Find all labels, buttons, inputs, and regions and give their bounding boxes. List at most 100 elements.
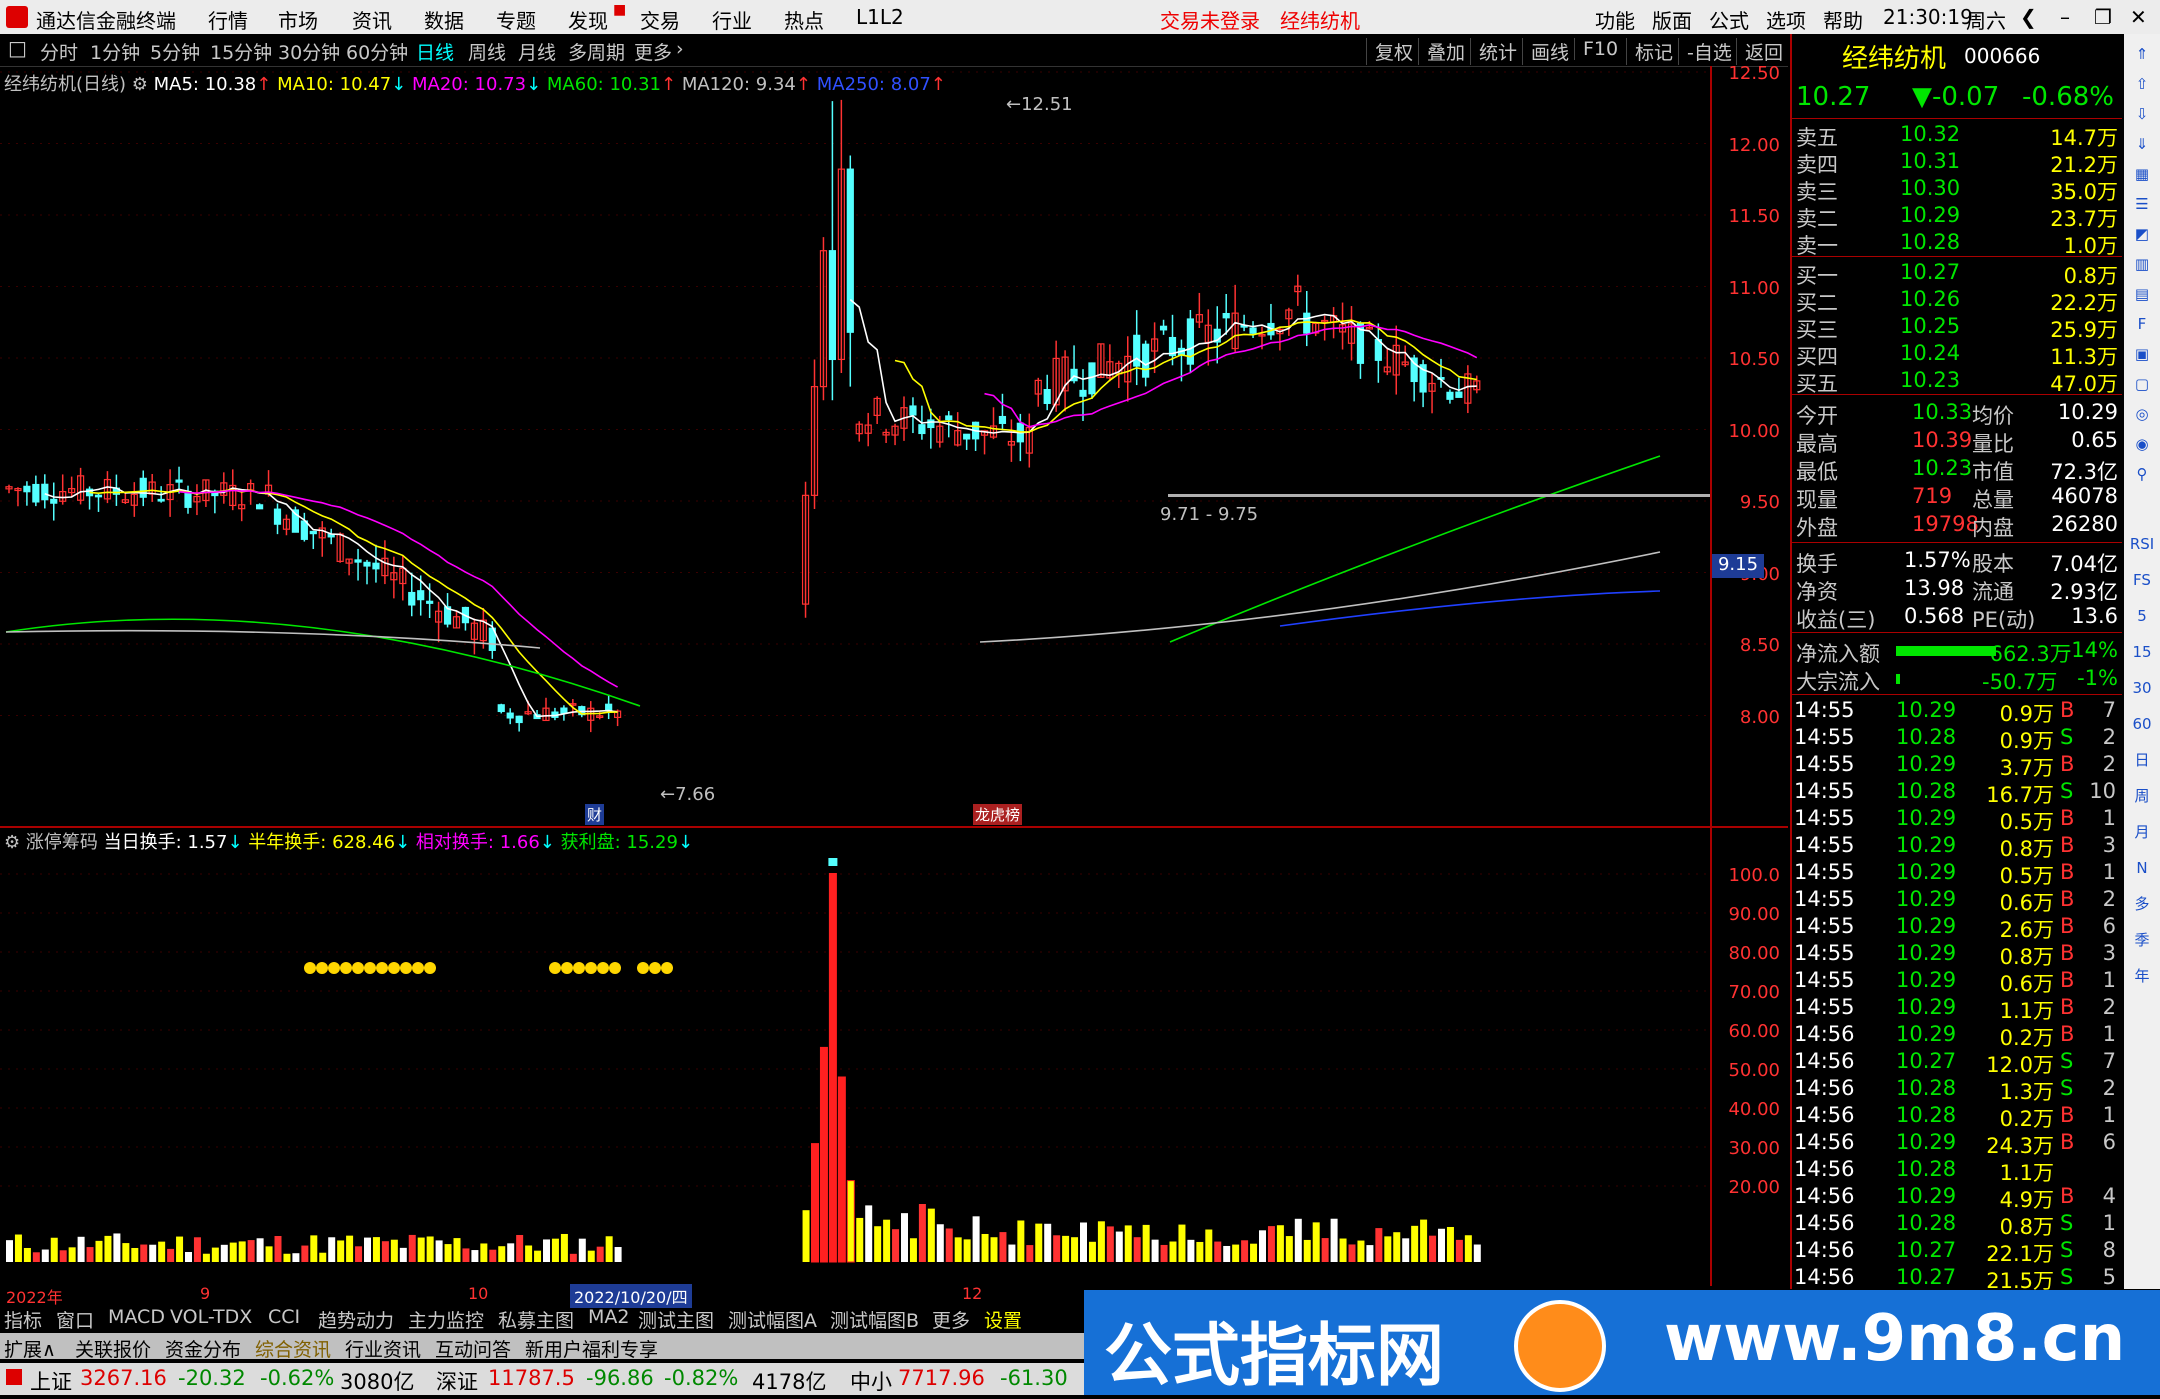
indicator-tab[interactable]: 私募主图	[498, 1306, 574, 1333]
chart-icon[interactable]: ◩	[2128, 220, 2156, 248]
tick-row[interactable]: 14:56 10.28 1.3万 S 2	[1792, 1076, 2122, 1104]
period-tab-weekly[interactable]: 周线	[468, 38, 506, 65]
indicator-tab[interactable]: CCI	[268, 1306, 300, 1328]
indicator-tab[interactable]: MACD	[108, 1306, 165, 1328]
indicator-tab[interactable]: 更多	[932, 1306, 970, 1333]
tool-stats[interactable]: 统计	[1470, 38, 1517, 65]
tool-f10[interactable]: F10	[1574, 38, 1618, 60]
link-icon[interactable]: ⚲	[2128, 460, 2156, 488]
grid-icon[interactable]: ▦	[2128, 160, 2156, 188]
menu-item-data[interactable]: 数据	[424, 5, 464, 34]
dragon-tiger-tag[interactable]: 龙虎榜	[973, 804, 1023, 825]
tick-row[interactable]: 14:55 10.28 0.9万 S 2	[1792, 725, 2122, 753]
kline-chart[interactable]	[0, 66, 1712, 826]
menu-item-help[interactable]: 帮助	[1823, 5, 1863, 34]
sidebar-label[interactable]: 5	[2128, 602, 2156, 630]
info-tab[interactable]: 行业资讯	[345, 1335, 421, 1362]
restore-icon[interactable]: ❐	[2094, 5, 2112, 29]
tick-row[interactable]: 14:56 10.27 12.0万 S 7	[1792, 1049, 2122, 1077]
period-tab-5min[interactable]: 5分钟	[150, 38, 200, 65]
tick-row[interactable]: 14:55 10.29 0.5万 B 1	[1792, 860, 2122, 888]
menu-item-news[interactable]: 资讯	[352, 5, 392, 34]
menu-item-trade[interactable]: 交易	[640, 5, 680, 34]
range-line[interactable]	[1168, 494, 1710, 497]
tick-row[interactable]: 14:56 10.29 4.9万 B 4	[1792, 1184, 2122, 1212]
tick-row[interactable]: 14:56 10.28 1.1万	[1792, 1157, 2122, 1185]
login-status[interactable]: 交易未登录	[1160, 5, 1260, 34]
menu-item-l1l2[interactable]: L1L2	[856, 5, 904, 29]
candle-icon[interactable]: ▥	[2128, 250, 2156, 278]
tick-row[interactable]: 14:55 10.29 0.6万 B 2	[1792, 887, 2122, 915]
sidebar-label[interactable]: 年	[2128, 962, 2156, 990]
indicator-tab[interactable]: 趋势动力	[318, 1306, 394, 1333]
menu-item-options[interactable]: 选项	[1766, 5, 1806, 34]
indicator-tab[interactable]: 测试主图	[638, 1306, 714, 1333]
indicator-tab[interactable]: 指标	[4, 1306, 42, 1333]
sidebar-label[interactable]: 30	[2128, 674, 2156, 702]
sidebar-label[interactable]: FS	[2128, 566, 2156, 594]
finance-tag[interactable]: 财	[585, 804, 605, 825]
tick-row[interactable]: 14:55 10.28 16.7万 S 10	[1792, 779, 2122, 807]
indicator-tab[interactable]: 窗口	[56, 1306, 94, 1333]
info-tab[interactable]: 关联报价	[75, 1335, 151, 1362]
menu-item-layout[interactable]: 版面	[1652, 5, 1692, 34]
indicator-tab[interactable]: VOL-TDX	[170, 1306, 252, 1328]
list-icon[interactable]: ☰	[2128, 190, 2156, 218]
sh-label[interactable]: 上证	[30, 1366, 72, 1396]
ask-row[interactable]: 卖五 10.32 14.7万	[1792, 122, 2122, 150]
close-icon[interactable]: ✕	[2130, 5, 2147, 29]
menu-item-discover[interactable]: 发现	[568, 5, 608, 34]
circle-icon[interactable]: ◉	[2128, 430, 2156, 458]
indicator-tab[interactable]: 主力监控	[408, 1306, 484, 1333]
back-icon[interactable]: ❮	[2020, 5, 2037, 29]
tick-row[interactable]: 14:56 10.29 0.2万 B 1	[1792, 1022, 2122, 1050]
period-tab-daily[interactable]: 日线	[416, 38, 454, 65]
menu-item-formula[interactable]: 公式	[1709, 5, 1749, 34]
tick-row[interactable]: 14:55 10.29 2.6万 B 6	[1792, 914, 2122, 942]
minimize-icon[interactable]: –	[2060, 5, 2070, 29]
indicator-tab[interactable]: MA2	[588, 1306, 629, 1328]
fund-icon[interactable]: F	[2128, 310, 2156, 338]
info-tab[interactable]: 综合资讯	[255, 1335, 331, 1362]
arrow-down-icon[interactable]: ⇩	[2128, 100, 2156, 128]
sidebar-label[interactable]: RSI	[2128, 530, 2156, 558]
tick-row[interactable]: 14:55 10.29 0.6万 B 1	[1792, 968, 2122, 996]
bid-row[interactable]: 买三 10.25 25.9万	[1792, 314, 2122, 342]
tool-mark[interactable]: 标记	[1626, 38, 1673, 65]
zx-label[interactable]: 中小	[850, 1366, 892, 1396]
bid-row[interactable]: 买二 10.26 22.2万	[1792, 287, 2122, 315]
chevron-right-icon[interactable]: ›	[676, 38, 684, 60]
tick-row[interactable]: 14:55 10.29 0.8万 B 3	[1792, 941, 2122, 969]
indicator-tab[interactable]: 设置	[984, 1306, 1022, 1333]
arrow-up-icon[interactable]: ⇧	[2128, 70, 2156, 98]
period-tab-more[interactable]: 更多	[634, 38, 672, 65]
bid-row[interactable]: 买四 10.24 11.3万	[1792, 341, 2122, 369]
tool-watchlist[interactable]: -自选	[1678, 38, 1732, 65]
tick-row[interactable]: 14:56 10.28 0.2万 B 1	[1792, 1103, 2122, 1131]
image-icon[interactable]: ▣	[2128, 340, 2156, 368]
info-tab[interactable]: 新用户福利专享	[525, 1335, 658, 1362]
tool-draw[interactable]: 画线	[1522, 38, 1569, 65]
tick-row[interactable]: 14:56 10.27 22.1万 S 8	[1792, 1238, 2122, 1266]
tick-row[interactable]: 14:55 10.29 3.7万 B 2	[1792, 752, 2122, 780]
info-tab[interactable]: 扩展∧	[4, 1335, 56, 1362]
tick-row[interactable]: 14:55 10.29 0.5万 B 1	[1792, 806, 2122, 834]
menu-item-hot[interactable]: 热点	[784, 5, 824, 34]
table-icon[interactable]: ▤	[2128, 280, 2156, 308]
period-tab-monthly[interactable]: 月线	[518, 38, 556, 65]
arrow-up-icon[interactable]: ⇑	[2128, 40, 2156, 68]
period-tab-60min[interactable]: 60分钟	[346, 38, 408, 65]
tick-row[interactable]: 14:56 10.28 0.8万 S 1	[1792, 1211, 2122, 1239]
menu-item-function[interactable]: 功能	[1595, 5, 1635, 34]
menu-item-topics[interactable]: 专题	[496, 5, 536, 34]
sidebar-label[interactable]: 季	[2128, 926, 2156, 954]
ask-row[interactable]: 卖一 10.28 1.0万	[1792, 230, 2122, 258]
indicator-tab[interactable]: 测试幅图A	[728, 1306, 817, 1333]
tick-row[interactable]: 14:55 10.29 0.8万 B 3	[1792, 833, 2122, 861]
ask-row[interactable]: 卖二 10.29 23.7万	[1792, 203, 2122, 231]
sz-label[interactable]: 深证	[436, 1366, 478, 1396]
indicator-tab[interactable]: 测试幅图B	[830, 1306, 919, 1333]
period-tab-15min[interactable]: 15分钟	[210, 38, 272, 65]
period-tab-1min[interactable]: 1分钟	[90, 38, 140, 65]
settings-icon[interactable]: ⚙	[4, 832, 26, 853]
